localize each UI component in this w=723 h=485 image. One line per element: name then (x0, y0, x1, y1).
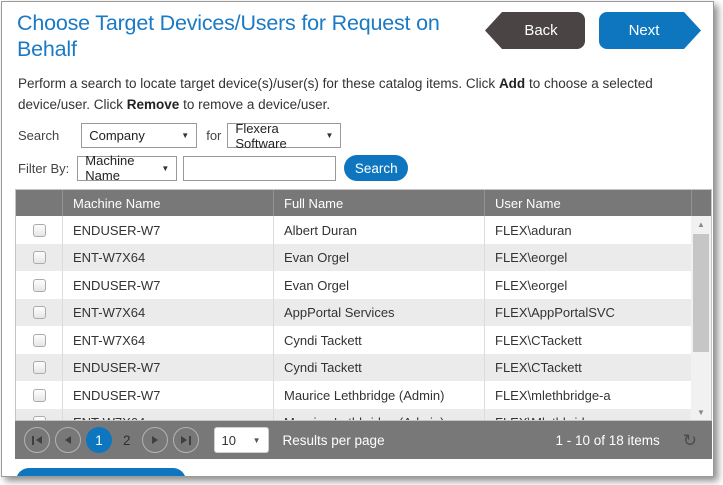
results-grid: Machine Name Full Name User Name ENDUSER… (15, 189, 712, 421)
next-page-button[interactable] (142, 427, 168, 453)
cell-machine-name: ENT-W7X64 (62, 326, 273, 354)
row-checkbox[interactable] (33, 251, 46, 264)
cell-user-name: FLEX\eorgel (484, 271, 691, 299)
search-category-dropdown[interactable]: Company ▼ (81, 123, 197, 148)
for-label: for (206, 128, 221, 143)
cell-full-name: Evan Orgel (273, 271, 484, 299)
row-checkbox[interactable] (33, 279, 46, 292)
grid-body: ENDUSER-W7 Albert Duran FLEX\aduran ENT-… (16, 216, 711, 420)
cell-machine-name: ENT-W7X64 (62, 244, 273, 272)
table-row[interactable]: ENDUSER-W7 Maurice Lethbridge (Admin) FL… (16, 381, 691, 409)
column-header-machine-name[interactable]: Machine Name (62, 190, 273, 216)
table-body: ENDUSER-W7 Albert Duran FLEX\aduran ENT-… (16, 216, 691, 420)
scroll-down-icon[interactable]: ▼ (691, 404, 711, 420)
search-label: Search (18, 128, 59, 143)
dialog-header: Choose Target Devices/Users for Request … (2, 2, 713, 62)
cell-user-name: FLEX\CTackett (484, 326, 691, 354)
table-row[interactable]: ENDUSER-W7 Cyndi Tackett FLEX\CTackett (16, 354, 691, 382)
row-checkbox[interactable] (33, 306, 46, 319)
cell-user-name: FLEX\mlethbridge-a (484, 381, 691, 409)
back-button[interactable]: Back (485, 12, 585, 49)
filter-input[interactable] (183, 156, 336, 181)
chevron-down-icon: ▼ (181, 131, 189, 140)
column-header-full-name[interactable]: Full Name (273, 190, 484, 216)
chevron-down-icon: ▼ (253, 436, 261, 445)
cell-full-name: Cyndi Tackett (273, 354, 484, 382)
previous-page-icon (65, 436, 71, 444)
cell-user-name: FLEX\CTackett (484, 354, 691, 382)
cell-machine-name: ENDUSER-W7 (62, 381, 273, 409)
page-title: Choose Target Devices/Users for Request … (17, 10, 482, 62)
grid-header: Machine Name Full Name User Name (16, 190, 711, 216)
wizard-nav-buttons: Back Next (485, 10, 701, 49)
scrollbar-header-spacer (691, 190, 711, 216)
next-button[interactable]: Next (599, 12, 701, 49)
table-row[interactable]: ENT-W7X64 AppPortal Services FLEX\AppPor… (16, 299, 691, 327)
first-page-icon (32, 436, 34, 445)
cell-user-name: FLEX\aduran (484, 216, 691, 244)
choose-target-dialog: Choose Target Devices/Users for Request … (1, 1, 714, 477)
column-header-user-name[interactable]: User Name (484, 190, 691, 216)
scrollbar-thumb[interactable] (693, 234, 709, 352)
row-checkbox[interactable] (33, 224, 46, 237)
row-checkbox[interactable] (33, 389, 46, 402)
cell-full-name: AppPortal Services (273, 299, 484, 327)
table-row[interactable]: ENT-W7X64 Cyndi Tackett FLEX\CTackett (16, 326, 691, 354)
cell-full-name: Albert Duran (273, 216, 484, 244)
vertical-scrollbar[interactable]: ▲ ▼ (691, 216, 711, 420)
cell-machine-name: ENDUSER-W7 (62, 271, 273, 299)
scrollbar-track[interactable] (691, 232, 711, 404)
page-size-dropdown[interactable]: 10 ▼ (214, 427, 269, 453)
chevron-down-icon: ▼ (325, 131, 333, 140)
filter-by-label: Filter By: (18, 161, 69, 176)
page-number-2[interactable]: 2 (117, 433, 137, 448)
cell-full-name: Evan Orgel (273, 244, 484, 272)
page-number-current[interactable]: 1 (86, 427, 112, 453)
cell-user-name: FLEX\eorgel (484, 244, 691, 272)
filter-field-dropdown[interactable]: Machine Name ▼ (77, 156, 177, 181)
cell-machine-name: ENDUSER-W7 (62, 354, 273, 382)
pager-bar: 1 2 10 ▼ Results per page 1 - 10 of 18 i… (15, 421, 712, 459)
scroll-up-icon[interactable]: ▲ (691, 216, 711, 232)
refresh-icon[interactable]: ↻ (683, 432, 697, 449)
instructions-text: Perform a search to locate target device… (18, 74, 698, 116)
cell-user-name: FLEX\AppPortalSVC (484, 299, 691, 327)
filter-row: Filter By: Machine Name ▼ Search (18, 155, 713, 181)
search-target-dropdown[interactable]: Flexera Software ▼ (227, 123, 341, 148)
items-count-label: 1 - 10 of 18 items (555, 433, 659, 448)
add-selected-records-button[interactable]: Add Selected Records (16, 468, 186, 477)
cell-user-name: FLEX\Mlethbridge-a (484, 409, 691, 421)
results-per-page-label: Results per page (283, 433, 385, 448)
select-all-column-header (16, 190, 62, 216)
first-page-button[interactable] (24, 427, 50, 453)
cell-machine-name: ENDUSER-W7 (62, 216, 273, 244)
row-checkbox[interactable] (33, 334, 46, 347)
cell-full-name: Maurice Lethbridge (Admin) (273, 409, 484, 421)
cell-full-name: Maurice Lethbridge (Admin) (273, 381, 484, 409)
row-checkbox[interactable] (33, 361, 46, 374)
last-page-button[interactable] (173, 427, 199, 453)
dialog-footer: Add Selected Records (16, 468, 713, 477)
table-row[interactable]: ENT-W7X64 Maurice Lethbridge (Admin) FLE… (16, 409, 691, 421)
last-page-icon (181, 436, 187, 444)
previous-page-button[interactable] (55, 427, 81, 453)
table-row[interactable]: ENDUSER-W7 Albert Duran FLEX\aduran (16, 216, 691, 244)
table-row[interactable]: ENT-W7X64 Evan Orgel FLEX\eorgel (16, 244, 691, 272)
chevron-down-icon: ▼ (161, 164, 169, 173)
next-page-icon (152, 436, 158, 444)
cell-machine-name: ENT-W7X64 (62, 409, 273, 421)
cell-full-name: Cyndi Tackett (273, 326, 484, 354)
search-row: Search Company ▼ for Flexera Software ▼ (18, 123, 713, 148)
search-button[interactable]: Search (344, 155, 408, 181)
cell-machine-name: ENT-W7X64 (62, 299, 273, 327)
row-checkbox[interactable] (33, 416, 46, 420)
table-row[interactable]: ENDUSER-W7 Evan Orgel FLEX\eorgel (16, 271, 691, 299)
